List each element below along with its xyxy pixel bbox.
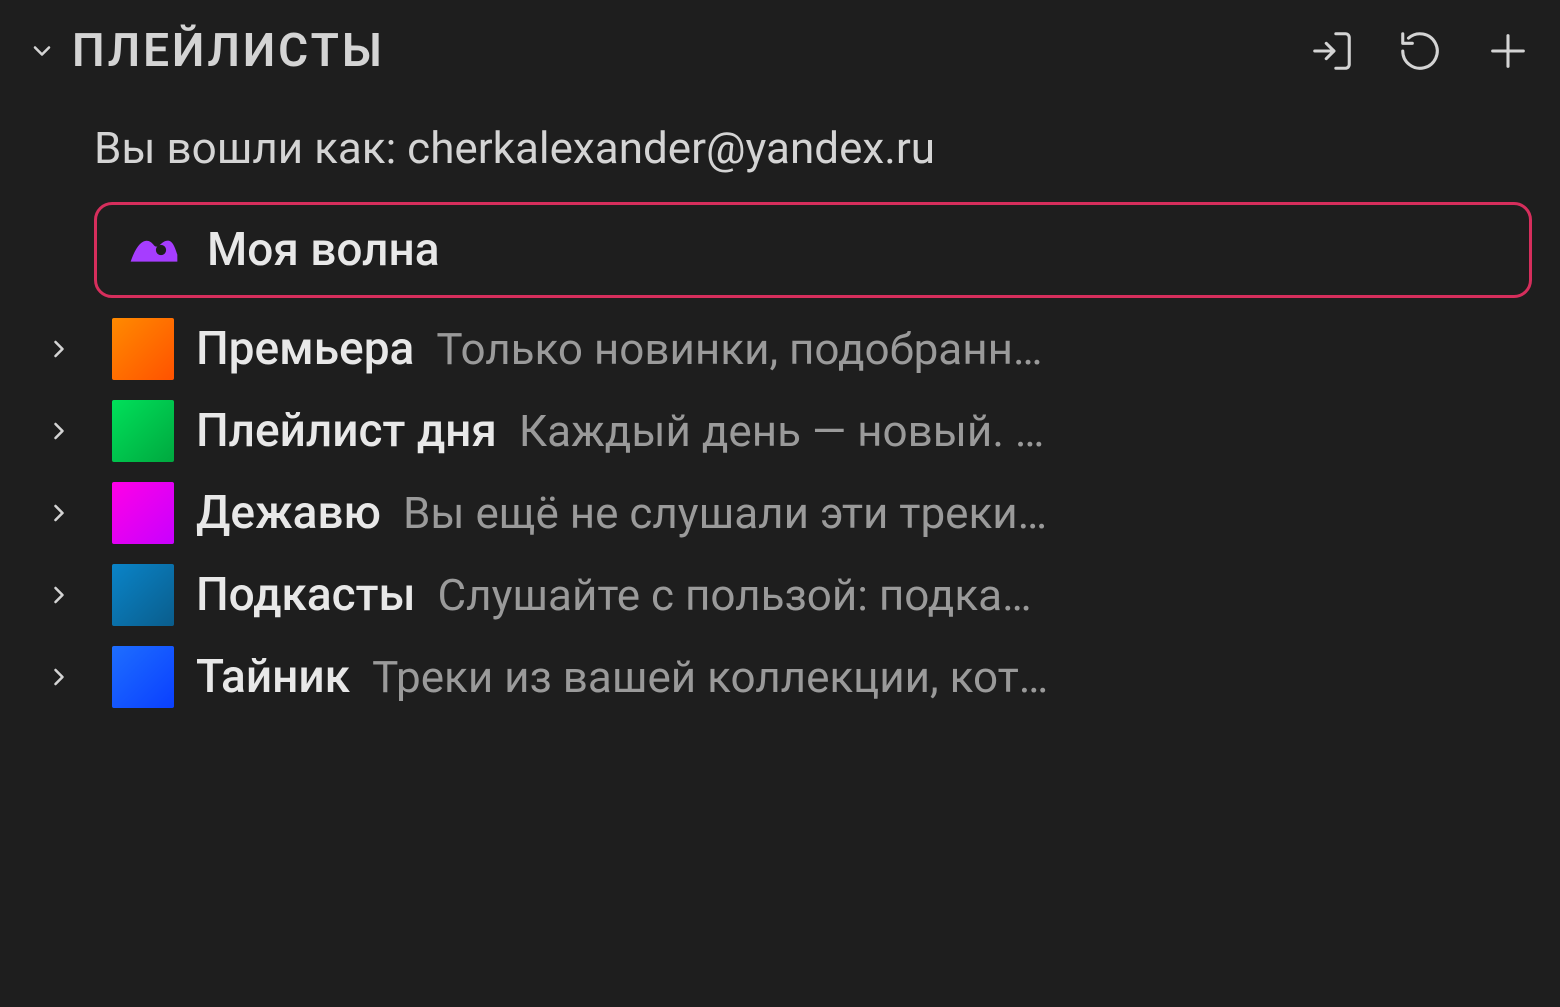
playlist-thumbnail (112, 646, 174, 708)
collapse-chevron-icon[interactable] (28, 37, 56, 65)
playlist-thumbnail (112, 564, 174, 626)
playlist-item-label: Премьера (196, 322, 414, 376)
add-icon[interactable] (1484, 27, 1532, 75)
playlist-item[interactable]: Плейлист дня Каждый день — новый. … (28, 390, 1532, 472)
playlist-thumbnail (112, 400, 174, 462)
playlist-item-description: Слушайте с пользой: подка… (438, 569, 1532, 621)
playlist-item-label: Плейлист дня (196, 404, 497, 458)
playlist-item-label: Дежавю (196, 486, 381, 540)
playlist-item-description: Только новинки, подобранн… (436, 323, 1532, 375)
playlist-item-description: Каждый день — новый. … (519, 405, 1532, 457)
panel-header: ПЛЕЙЛИСТЫ (28, 24, 1532, 78)
expand-chevron-icon[interactable] (28, 417, 90, 445)
playlist-item-label: Тайник (196, 650, 350, 704)
playlist-thumbnail (112, 482, 174, 544)
panel-header-actions (1308, 27, 1532, 75)
playlist-item-description: Вы ещё не слушали эти треки… (403, 487, 1532, 539)
playlist-item-description: Треки из вашей коллекции, кот… (372, 651, 1532, 703)
expand-chevron-icon[interactable] (28, 581, 90, 609)
playlist-item[interactable]: Премьера Только новинки, подобранн… (28, 308, 1532, 390)
playlist-item[interactable]: Подкасты Слушайте с пользой: подка… (28, 554, 1532, 636)
refresh-icon[interactable] (1396, 27, 1444, 75)
login-info-text: Вы вошли как: cherkalexander@yandex.ru (28, 110, 1532, 202)
playlist-item[interactable]: Тайник Треки из вашей коллекции, кот… (28, 636, 1532, 718)
playlists-panel: ПЛЕЙЛИСТЫ (0, 0, 1560, 742)
playlist-item[interactable]: Дежавю Вы ещё не слушали эти треки… (28, 472, 1532, 554)
playlist-item-my-wave[interactable]: Моя волна (94, 202, 1532, 298)
playlist-item-label: Подкасты (196, 568, 416, 622)
expand-chevron-icon[interactable] (28, 499, 90, 527)
playlist-thumbnail (112, 318, 174, 380)
expand-chevron-icon[interactable] (28, 663, 90, 691)
playlist-item-label: Моя волна (207, 223, 440, 277)
panel-title: ПЛЕЙЛИСТЫ (72, 24, 385, 78)
logout-icon[interactable] (1308, 27, 1356, 75)
wave-icon (123, 219, 185, 281)
panel-header-left: ПЛЕЙЛИСТЫ (28, 24, 385, 78)
expand-chevron-icon[interactable] (28, 335, 90, 363)
